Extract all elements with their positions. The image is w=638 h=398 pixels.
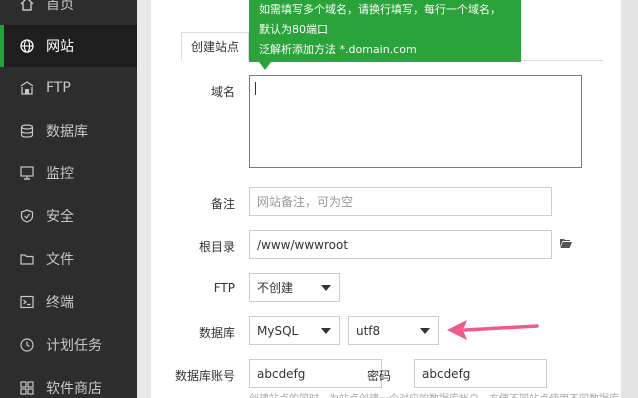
database-hint: 创建站点的同时，为站点创建一个对应的数据库帐户，方便不同站点使用不同数据库 [249, 390, 619, 398]
shield-icon [20, 209, 34, 223]
chevron-down-icon [321, 328, 331, 334]
sidebar-item-label: FTP [46, 80, 71, 96]
ftp-icon [20, 81, 34, 95]
domain-label: 域名 [210, 85, 235, 99]
background-gap [137, 0, 151, 398]
domain-tooltip: 如需填写多个域名，请换行填写，每行一个域名，默认为80端口 泛解析添加方法 *.… [249, 0, 521, 76]
tooltip-pointer [259, 62, 271, 70]
sidebar-item-store[interactable]: 软件商店 [0, 367, 137, 398]
sidebar-item-label: 监控 [46, 166, 74, 182]
database-type-value: MySQL [257, 323, 299, 338]
folder-icon [20, 252, 34, 266]
sidebar-item-security[interactable]: 安全 [0, 195, 137, 237]
sidebar-item-label: 安全 [46, 209, 74, 225]
remark-label: 备注 [210, 197, 235, 211]
sidebar-item-database[interactable]: 数据库 [0, 110, 137, 152]
clock-icon [20, 338, 34, 352]
folder-open-icon[interactable] [560, 238, 572, 248]
background-gap [621, 0, 638, 398]
tooltip-line: 泛解析添加方法 *.domain.com [259, 43, 417, 56]
password-label: 密码 [366, 369, 391, 383]
root-dir-input[interactable]: /www/wwwroot [249, 230, 552, 259]
database-icon [20, 124, 34, 138]
charset-value: utf8 [356, 323, 381, 338]
tooltip-line: 如另加端口格式为 www.domain.com:88 [259, 63, 466, 76]
chevron-down-icon [321, 285, 331, 291]
globe-icon [20, 39, 34, 53]
ftp-select-value: 不创建 [257, 281, 294, 295]
chevron-down-icon [420, 328, 430, 334]
monitor-icon [20, 166, 34, 180]
charset-select[interactable]: utf8 [348, 316, 439, 345]
sidebar: 首页 网站 FTP 数据库 监控 安全 文件 终端 计划任务 软件商店 [0, 0, 137, 398]
sidebar-item-label: 计划任务 [46, 338, 102, 354]
store-icon [20, 381, 34, 395]
sidebar-item-label: 首页 [46, 0, 74, 13]
sidebar-item-label: 网站 [46, 39, 74, 55]
db-account-label: 数据库账号 [174, 369, 235, 383]
create-site-dialog: 创建站点 域名 备注 网站备注，可为空 根目录 /www/wwwroot FTP… [151, 0, 621, 398]
ftp-select[interactable]: 不创建 [249, 273, 340, 302]
domain-textarea[interactable] [249, 75, 582, 168]
tab-create-site[interactable]: 创建站点 [181, 32, 249, 61]
root-dir-label: 根目录 [198, 240, 235, 254]
sidebar-item-website[interactable]: 网站 [0, 25, 137, 67]
text-cursor [255, 82, 256, 95]
database-label: 数据库 [198, 326, 235, 340]
tooltip-line: 如需填写多个域名，请换行填写，每行一个域名，默认为80端口 [259, 3, 501, 36]
sidebar-item-label: 文件 [46, 252, 74, 268]
annotation-arrow [447, 320, 539, 340]
sidebar-item-cron[interactable]: 计划任务 [0, 324, 137, 366]
database-type-select[interactable]: MySQL [249, 316, 340, 345]
ftp-label: FTP [213, 281, 235, 295]
home-icon [20, 0, 34, 11]
terminal-icon [20, 295, 34, 309]
sidebar-item-files[interactable]: 文件 [0, 238, 137, 280]
sidebar-item-label: 终端 [46, 295, 74, 311]
sidebar-item-monitor[interactable]: 监控 [0, 152, 137, 194]
sidebar-item-home[interactable]: 首页 [0, 0, 137, 25]
sidebar-item-label: 数据库 [46, 124, 88, 140]
db-password-input[interactable]: abcdefg [414, 359, 547, 388]
sidebar-item-terminal[interactable]: 终端 [0, 281, 137, 323]
remark-input[interactable]: 网站备注，可为空 [249, 187, 552, 216]
sidebar-item-ftp[interactable]: FTP [0, 67, 137, 109]
sidebar-item-label: 软件商店 [46, 381, 102, 397]
